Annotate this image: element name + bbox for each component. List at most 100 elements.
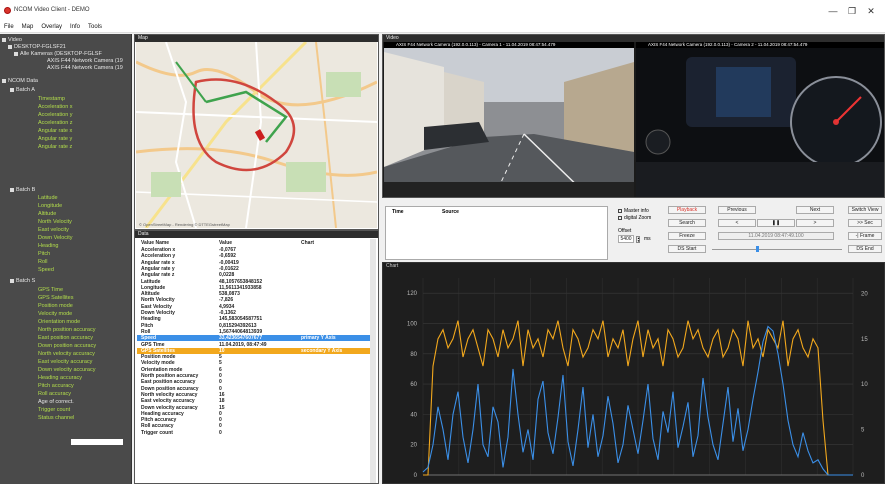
- tree-batch-s[interactable]: Batch S: [10, 278, 35, 284]
- tree-item[interactable]: Age of correct.: [38, 399, 74, 405]
- table-row[interactable]: Pitch accuracy 0: [137, 417, 373, 423]
- table-row[interactable]: Down position accuracy 0: [137, 386, 373, 392]
- tree-item[interactable]: Longitude: [38, 203, 62, 209]
- tree-item[interactable]: Timestamp: [38, 96, 65, 102]
- pause-button[interactable]: ❚❚: [757, 219, 795, 227]
- table-row[interactable]: Angular rate y -0,01622: [137, 266, 373, 272]
- tree-item[interactable]: Latitude: [38, 195, 58, 201]
- table-row[interactable]: Roll 1,56744064813939: [137, 329, 373, 335]
- tree-item[interactable]: Acceleration y: [38, 112, 73, 118]
- table-row[interactable]: GPS Satellites 10 secondary Y Axis: [137, 347, 373, 354]
- data-scrollbar[interactable]: [370, 239, 376, 483]
- table-row[interactable]: Position mode 5: [137, 354, 373, 360]
- tree-item[interactable]: Heading: [38, 243, 59, 249]
- tree-item[interactable]: Pitch accuracy: [38, 383, 74, 389]
- table-row[interactable]: Speed 33,4236547607677 primary Y Axis: [137, 335, 373, 342]
- close-button[interactable]: ✕: [864, 5, 878, 17]
- table-row[interactable]: Pitch 0,815294392613: [137, 323, 373, 329]
- tree-item[interactable]: Roll: [38, 259, 47, 265]
- offset-spinner[interactable]: ▲ ▼: [636, 236, 640, 243]
- tree-item[interactable]: East position accuracy: [38, 335, 93, 341]
- tree-ncom[interactable]: NCOM Data: [2, 78, 38, 84]
- column-value-name[interactable]: Value Name: [141, 240, 169, 246]
- tree-item[interactable]: East velocity accuracy: [38, 359, 92, 365]
- ds-end-button[interactable]: DS End: [848, 245, 882, 253]
- step-forward-button[interactable]: >: [796, 219, 834, 227]
- tree-camera-2[interactable]: AXIS F44 Network Camera (19: [47, 65, 123, 71]
- table-row[interactable]: Velocity mode 5: [137, 360, 373, 366]
- tree-item[interactable]: Down position accuracy: [38, 343, 96, 349]
- tree-item[interactable]: Acceleration z: [38, 120, 73, 126]
- menu-overlay[interactable]: Overlay: [37, 22, 66, 33]
- table-row[interactable]: East velocity accuracy 18: [137, 398, 373, 404]
- table-row[interactable]: Trigger count 0: [137, 430, 373, 436]
- table-row[interactable]: Heading 145,583054587751: [137, 316, 373, 322]
- switch-view-button[interactable]: Switch View: [848, 206, 882, 214]
- tree-batch-a[interactable]: Batch A: [10, 87, 35, 93]
- table-row[interactable]: Heading accuracy 0: [137, 411, 373, 417]
- table-row[interactable]: GPS Time 11.04.2019, 08:47:49: [137, 342, 373, 348]
- table-row[interactable]: Latitude 48,1057653848152: [137, 279, 373, 285]
- tree-batch-b[interactable]: Batch B: [10, 187, 35, 193]
- sec-button[interactable]: >> Sec: [848, 219, 882, 227]
- table-row[interactable]: Altitude 538,0873: [137, 291, 373, 297]
- column-value[interactable]: Value: [219, 240, 232, 246]
- table-row[interactable]: Angular rate z 0,0228: [137, 272, 373, 278]
- tree-item[interactable]: GPS Satellites: [38, 295, 73, 301]
- timeline-track[interactable]: [712, 249, 842, 250]
- step-back-button[interactable]: <: [718, 219, 756, 227]
- table-row[interactable]: Roll accuracy 0: [137, 423, 373, 429]
- tree-item[interactable]: Orientation mode: [38, 319, 80, 325]
- table-row[interactable]: Angular rate x -0,00419: [137, 260, 373, 266]
- table-row[interactable]: Acceleration x -0,0767: [137, 247, 373, 253]
- tree-video[interactable]: Video: [2, 37, 22, 43]
- tree-item[interactable]: GPS Time: [38, 287, 63, 293]
- next-button[interactable]: Next: [796, 206, 834, 214]
- table-row[interactable]: Down Velocity -0,1362: [137, 310, 373, 316]
- tree-item[interactable]: Down Velocity: [38, 235, 73, 241]
- table-row[interactable]: North position accuracy 0: [137, 373, 373, 379]
- event-list[interactable]: Time Source: [385, 206, 608, 260]
- tree-item[interactable]: North Velocity: [38, 219, 72, 225]
- previous-button[interactable]: Previous: [718, 206, 756, 214]
- tree-item[interactable]: Angular rate z: [38, 144, 72, 150]
- table-row[interactable]: North Velocity -7,826: [137, 297, 373, 303]
- maximize-button[interactable]: ❐: [845, 5, 859, 17]
- tree-item[interactable]: Status channel: [38, 415, 74, 421]
- playback-button[interactable]: Playback: [668, 206, 706, 214]
- map-view[interactable]: © OpenStreetMap - Rendering © DTTEGstree…: [136, 42, 377, 228]
- tree-item[interactable]: North position accuracy: [38, 327, 95, 333]
- tree-item[interactable]: Down velocity accuracy: [38, 367, 95, 373]
- menu-file[interactable]: File: [0, 22, 18, 33]
- tree-item[interactable]: Trigger count: [38, 407, 70, 413]
- menu-tools[interactable]: Tools: [84, 22, 106, 33]
- tree-camera-1[interactable]: AXIS F44 Network Camera (19: [47, 58, 123, 64]
- frame-button[interactable]: -| Frame: [848, 232, 882, 240]
- digital-zoom-checkbox[interactable]: digital Zoom: [618, 215, 651, 221]
- tree-item[interactable]: Roll accuracy: [38, 391, 71, 397]
- table-row[interactable]: Orientation mode 6: [137, 367, 373, 373]
- video-camera-2[interactable]: AXIS F44 Network Camera (192.0.0.113) - …: [636, 42, 884, 197]
- table-row[interactable]: Acceleration y -0,6592: [137, 253, 373, 259]
- table-row[interactable]: North velocity accuracy 16: [137, 392, 373, 398]
- tree-item[interactable]: North velocity accuracy: [38, 351, 95, 357]
- tree-item[interactable]: East velocity: [38, 227, 69, 233]
- chart-plot[interactable]: 0 20 40 60 80 100 120 0 5 10 15 20: [383, 270, 884, 483]
- tree-cameras[interactable]: Alle Kameras (DESKTOP-FGLSF: [14, 51, 102, 57]
- ds-start-button[interactable]: DS Start: [668, 245, 706, 253]
- master-info-checkbox[interactable]: Master info: [618, 208, 649, 214]
- tree-item[interactable]: Heading accuracy: [38, 375, 82, 381]
- offset-input[interactable]: 5400: [618, 235, 634, 243]
- table-row[interactable]: Down velocity accuracy 15: [137, 405, 373, 411]
- search-button[interactable]: Search: [668, 219, 706, 227]
- menu-info[interactable]: Info: [66, 22, 84, 33]
- minimize-button[interactable]: —: [826, 5, 840, 17]
- table-row[interactable]: East position accuracy 0: [137, 379, 373, 385]
- column-chart[interactable]: Chart: [301, 240, 314, 246]
- tree-item[interactable]: Velocity mode: [38, 311, 72, 317]
- tree-item[interactable]: Altitude: [38, 211, 56, 217]
- tree-item[interactable]: Acceleration x: [38, 104, 73, 110]
- table-row[interactable]: East Velocity 4,9934: [137, 304, 373, 310]
- tree-desktop[interactable]: DESKTOP-FGLSF21: [8, 44, 66, 50]
- table-row[interactable]: Longitude 11,5611341933858: [137, 285, 373, 291]
